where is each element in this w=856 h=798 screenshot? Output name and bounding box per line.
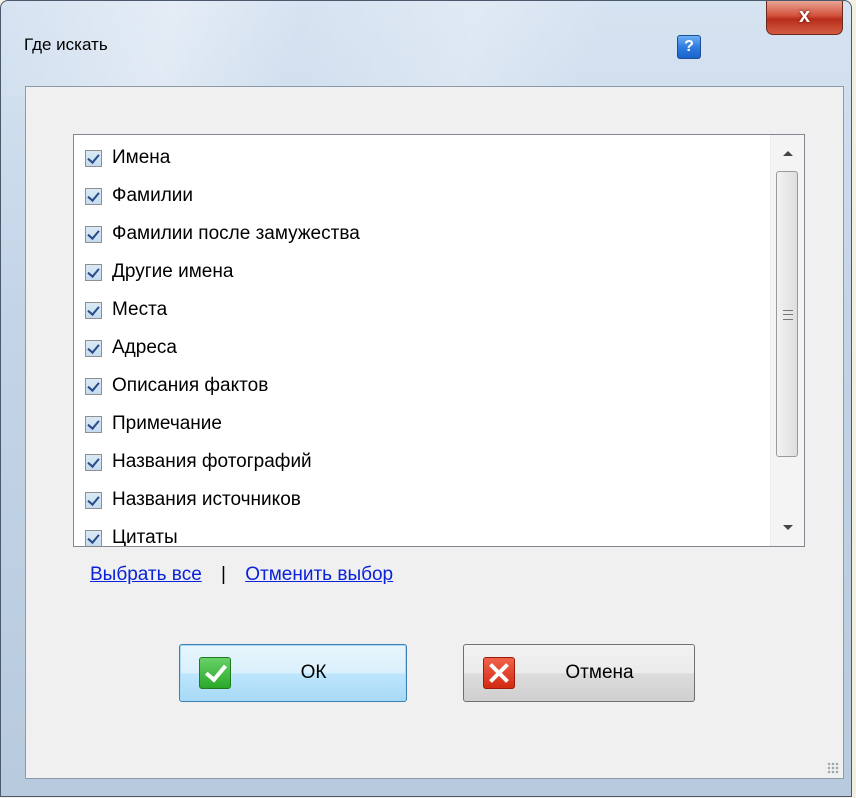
scroll-up-icon[interactable]	[783, 151, 793, 156]
deselect-all-link[interactable]: Отменить выбор	[245, 564, 393, 585]
list-item[interactable]: Примечание	[85, 405, 222, 443]
help-icon: ?	[684, 38, 694, 55]
list-item[interactable]: Места	[85, 291, 167, 329]
item-label: Цитаты	[112, 527, 178, 547]
checkbox[interactable]	[85, 377, 102, 395]
scroll-down-icon[interactable]	[783, 525, 793, 530]
checkbox[interactable]	[85, 187, 102, 205]
item-label: Адреса	[112, 337, 177, 358]
checkbox[interactable]	[85, 225, 102, 243]
title-bar[interactable]: Где искать ? x	[1, 1, 851, 85]
dialog-body: Имена Фамилии Фамилии после замужества Д…	[25, 86, 844, 779]
close-icon: x	[798, 5, 811, 27]
grip-icon	[783, 310, 793, 320]
link-separator: |	[221, 564, 226, 585]
scrollbar-thumb[interactable]	[776, 171, 798, 457]
checkbox[interactable]	[85, 453, 102, 471]
resize-grip-icon[interactable]	[827, 762, 839, 774]
list-item[interactable]: Фамилии после замужества	[85, 215, 360, 253]
item-label: Места	[112, 299, 168, 320]
list-items: Имена Фамилии Фамилии после замужества Д…	[74, 135, 770, 546]
vertical-scrollbar[interactable]	[770, 135, 804, 546]
checkbox[interactable]	[85, 529, 102, 546]
item-label: Описания фактов	[112, 375, 269, 396]
list-item[interactable]: Имена	[85, 139, 170, 177]
item-label: Фамилии после замужества	[112, 223, 360, 244]
list-item[interactable]: Другие имена	[85, 253, 233, 291]
cancel-button[interactable]: Отмена	[463, 644, 695, 702]
dialog-window: Где искать ? x Имена Фамилии Фамилии пос…	[0, 0, 852, 797]
search-fields-list[interactable]: Имена Фамилии Фамилии после замужества Д…	[73, 134, 805, 547]
item-label: Другие имена	[112, 261, 234, 282]
cancel-label: Отмена	[565, 662, 634, 683]
checkbox[interactable]	[85, 415, 102, 433]
list-item[interactable]: Названия фотографий	[85, 443, 312, 481]
item-label: Названия фотографий	[112, 451, 312, 472]
select-all-link[interactable]: Выбрать все	[90, 564, 202, 585]
item-label: Фамилии	[112, 185, 194, 206]
close-button[interactable]: x	[766, 1, 843, 35]
list-item[interactable]: Фамилии	[85, 177, 193, 215]
help-button[interactable]: ?	[677, 35, 701, 59]
green-check-icon	[199, 657, 231, 689]
ok-button[interactable]: ОК	[179, 644, 407, 702]
list-item[interactable]: Описания фактов	[85, 367, 268, 405]
window-title: Где искать	[24, 35, 108, 54]
checkbox[interactable]	[85, 149, 102, 167]
list-item[interactable]: Цитаты	[85, 519, 178, 547]
checkbox[interactable]	[85, 491, 102, 509]
item-label: Примечание	[112, 413, 222, 434]
list-item[interactable]: Адреса	[85, 329, 177, 367]
checkbox[interactable]	[85, 263, 102, 281]
red-x-icon	[483, 657, 515, 689]
item-label: Имена	[112, 147, 171, 168]
item-label: Названия источников	[112, 489, 301, 510]
checkbox[interactable]	[85, 339, 102, 357]
selection-links: Выбрать все | Отменить выбор	[90, 564, 393, 586]
ok-label: ОК	[300, 662, 327, 683]
checkbox[interactable]	[85, 301, 102, 319]
list-item[interactable]: Названия источников	[85, 481, 301, 519]
